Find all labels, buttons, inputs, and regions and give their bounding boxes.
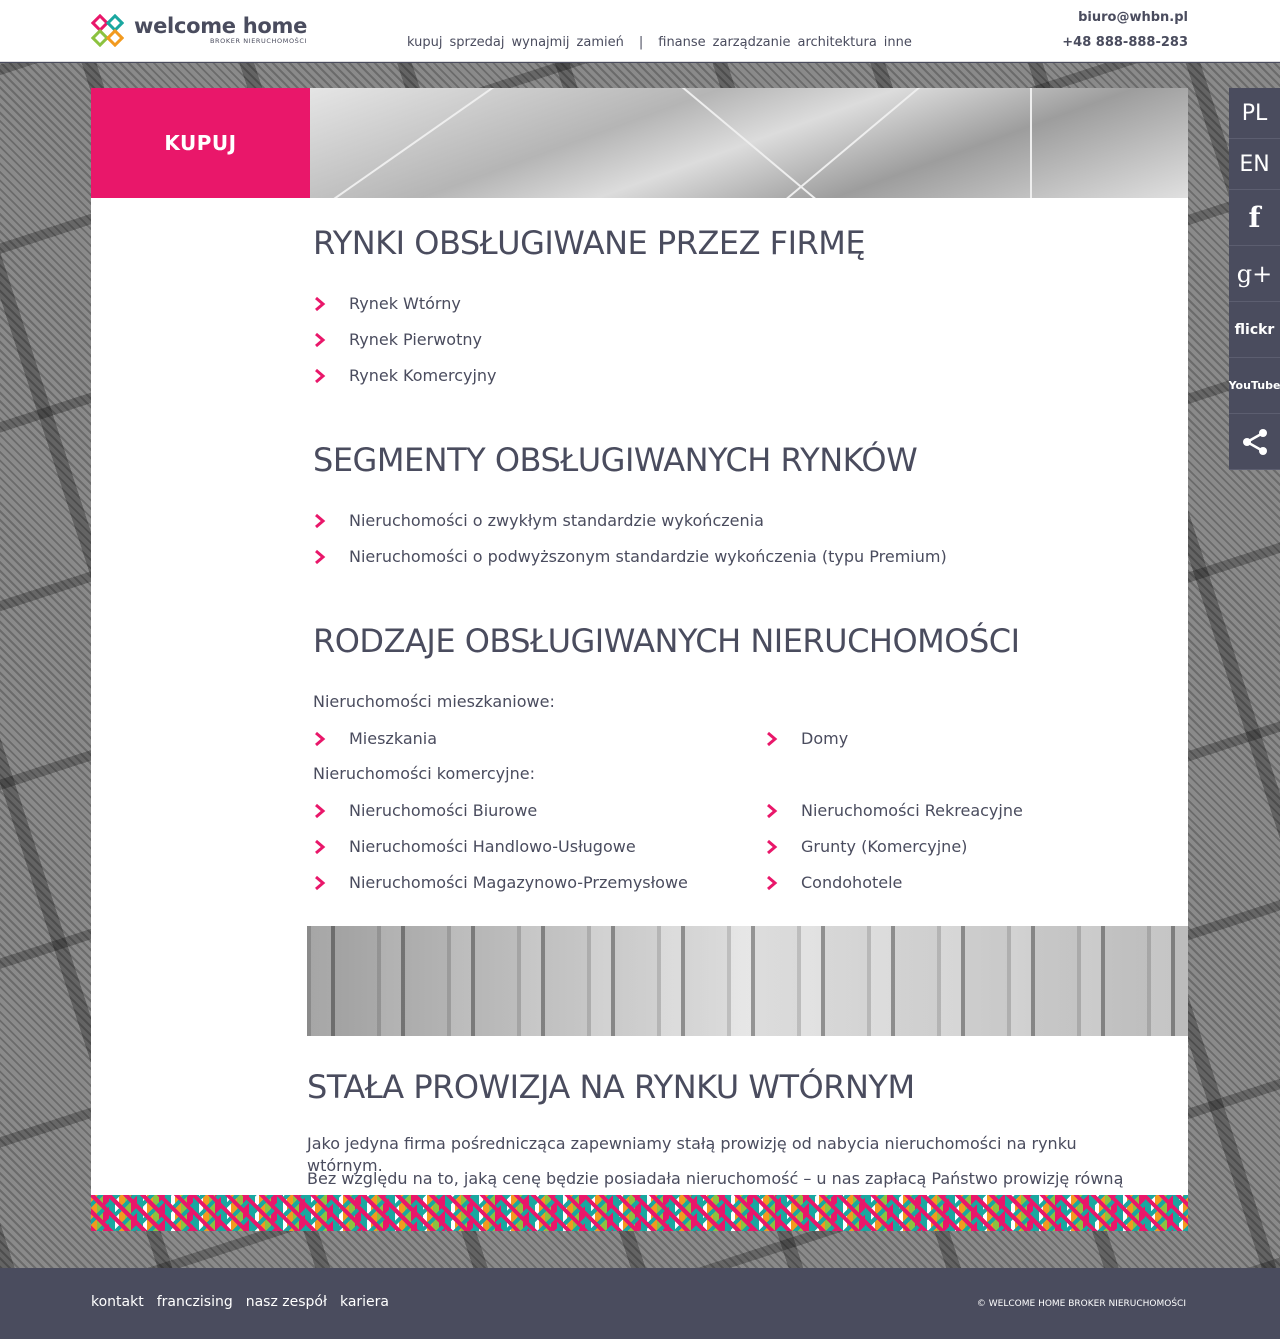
list-item[interactable]: Nieruchomości Biurowe	[313, 799, 688, 835]
commercial-label: Nieruchomości komercyjne:	[313, 764, 535, 783]
chevron-right-icon	[315, 803, 326, 819]
nav-separator: |	[638, 35, 644, 50]
heading-commission: STAŁA PROWIZJA NA RYNKU WTÓRNYM	[307, 1068, 915, 1106]
list-commercial-left: Nieruchomości Biurowe Nieruchomości Hand…	[313, 799, 688, 907]
copyright: © WELCOME HOME BROKER NIERUCHOMOŚCI	[976, 1299, 1186, 1309]
site-footer: kontakt franczising nasz zespół kariera …	[0, 1268, 1280, 1339]
logo-mark-icon	[91, 14, 124, 47]
list-item-label: Rynek Komercyjny	[349, 366, 497, 385]
list-item[interactable]: Nieruchomości Magazynowo-Przemysłowe	[313, 871, 688, 907]
nav-item-zarzadzanie[interactable]: zarządzanie	[713, 35, 791, 50]
content-panel: KUPUJ RYNKI OBSŁUGIWANE PRZEZ FIRMĘ Ryne…	[91, 88, 1188, 1231]
site-header: welcome home BROKER NIERUCHOMOŚCI kupuj …	[0, 0, 1280, 62]
chevron-right-icon	[315, 549, 326, 565]
list-item[interactable]: Nieruchomości o zwykłym standardzie wyko…	[313, 509, 947, 545]
heading-types: RODZAJE OBSŁUGIWANYCH NIERUCHOMOŚCI	[313, 622, 1020, 660]
footer-link-kontakt[interactable]: kontakt	[91, 1294, 144, 1310]
logo[interactable]: welcome home BROKER NIERUCHOMOŚCI	[91, 14, 307, 47]
share-glyph-icon	[1242, 428, 1267, 455]
logo-subtitle: BROKER NIERUCHOMOŚCI	[210, 37, 308, 46]
nav-item-sprzedaj[interactable]: sprzedaj	[449, 35, 504, 50]
lang-en-button[interactable]: EN	[1229, 139, 1280, 190]
commission-paragraph-2: Bez względu na to, jaką cenę będzie posi…	[307, 1169, 1124, 1188]
flickr-icon[interactable]: flickr	[1229, 302, 1280, 358]
list-item[interactable]: Grunty (Komercyjne)	[765, 835, 1023, 871]
decorative-pattern	[91, 1195, 1188, 1231]
list-item-label: Grunty (Komercyjne)	[801, 837, 968, 856]
lang-pl-button[interactable]: PL	[1229, 88, 1280, 139]
share-icon[interactable]	[1229, 414, 1280, 470]
list-residential-right: Domy	[765, 727, 848, 763]
nav-item-inne[interactable]: inne	[884, 35, 912, 50]
chevron-right-icon	[315, 332, 326, 348]
list-markets: Rynek Wtórny Rynek Pierwotny Rynek Komer…	[313, 292, 497, 400]
logo-name: welcome home	[134, 14, 308, 39]
footer-link-franczising[interactable]: franczising	[157, 1294, 233, 1310]
chevron-right-icon	[767, 839, 778, 855]
nav-item-architektura[interactable]: architektura	[797, 35, 876, 50]
hero-image	[310, 88, 1188, 198]
list-item[interactable]: Nieruchomości Handlowo-Usługowe	[313, 835, 688, 871]
list-item-label: Nieruchomości Handlowo-Usługowe	[349, 837, 636, 856]
list-commercial-right: Nieruchomości Rekreacyjne Grunty (Komerc…	[765, 799, 1023, 907]
list-item[interactable]: Nieruchomości o podwyższonym standardzie…	[313, 545, 947, 581]
list-item-label: Mieszkania	[349, 729, 438, 748]
list-item-label: Domy	[801, 729, 849, 748]
list-item-label: Nieruchomości o podwyższonym standardzie…	[349, 547, 947, 566]
chevron-right-icon	[315, 296, 326, 312]
list-item[interactable]: Rynek Pierwotny	[313, 328, 497, 364]
email-link[interactable]: biuro@whbn.pl	[1062, 10, 1188, 25]
chevron-right-icon	[315, 731, 326, 747]
list-item[interactable]: Condohotele	[765, 871, 1023, 907]
list-item[interactable]: Rynek Wtórny	[313, 292, 497, 328]
youtube-icon[interactable]: YouTube	[1229, 358, 1280, 414]
page-title: KUPUJ	[91, 88, 310, 198]
residential-label: Nieruchomości mieszkaniowe:	[313, 692, 555, 711]
list-item-label: Nieruchomości Magazynowo-Przemysłowe	[349, 873, 688, 892]
list-item-label: Condohotele	[801, 873, 903, 892]
nav-item-finanse[interactable]: finanse	[658, 35, 705, 50]
list-item-label: Nieruchomości Rekreacyjne	[801, 801, 1023, 820]
list-item-label: Rynek Pierwotny	[349, 330, 482, 349]
nav-item-wynajmij[interactable]: wynajmij	[512, 35, 570, 50]
chevron-right-icon	[767, 803, 778, 819]
list-item[interactable]: Domy	[765, 727, 848, 763]
nav-item-zamien[interactable]: zamień	[577, 35, 624, 50]
list-item[interactable]: Mieszkania	[313, 727, 437, 763]
list-item-label: Nieruchomości o zwykłym standardzie wyko…	[349, 511, 764, 530]
heading-segments: SEGMENTY OBSŁUGIWANYCH RYNKÓW	[313, 441, 918, 479]
heading-markets: RYNKI OBSŁUGIWANE PRZEZ FIRMĘ	[313, 224, 866, 262]
facebook-icon[interactable]: f	[1229, 190, 1280, 246]
footer-link-nasz-zespol[interactable]: nasz zespół	[246, 1294, 327, 1310]
side-toolbar: PL EN f g+ flickr YouTube	[1229, 88, 1280, 470]
list-item-label: Rynek Wtórny	[349, 294, 461, 313]
list-segments: Nieruchomości o zwykłym standardzie wyko…	[313, 509, 947, 581]
chevron-right-icon	[315, 513, 326, 529]
chevron-right-icon	[767, 875, 778, 891]
contact-info: biuro@whbn.pl +48 888-888-283	[1062, 10, 1188, 60]
main-nav: kupuj sprzedaj wynajmij zamień | finanse…	[407, 35, 912, 50]
footer-nav: kontakt franczising nasz zespół kariera	[91, 1294, 389, 1310]
nav-item-kupuj[interactable]: kupuj	[407, 35, 442, 50]
list-item[interactable]: Rynek Komercyjny	[313, 364, 497, 400]
chevron-right-icon	[767, 731, 778, 747]
chevron-right-icon	[315, 875, 326, 891]
list-item-label: Nieruchomości Biurowe	[349, 801, 538, 820]
phone-number[interactable]: +48 888-888-283	[1062, 35, 1188, 50]
office-photo-band	[307, 926, 1188, 1036]
footer-link-kariera[interactable]: kariera	[340, 1294, 389, 1310]
list-item[interactable]: Nieruchomości Rekreacyjne	[765, 799, 1023, 835]
chevron-right-icon	[315, 839, 326, 855]
google-plus-icon[interactable]: g+	[1229, 246, 1280, 302]
list-residential-left: Mieszkania	[313, 727, 437, 763]
chevron-right-icon	[315, 368, 326, 384]
